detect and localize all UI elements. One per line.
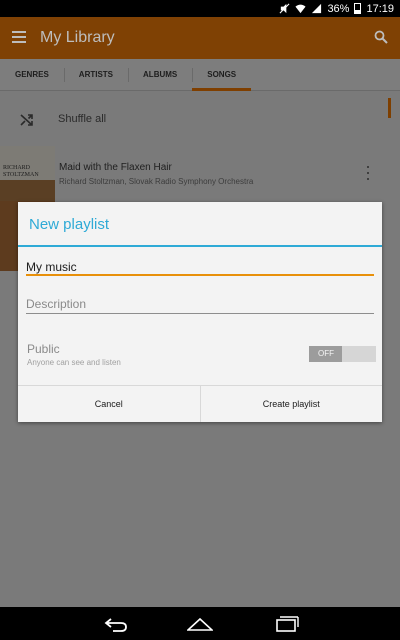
more-options-icon[interactable] [366, 166, 370, 180]
public-toggle[interactable]: OFF [309, 346, 376, 362]
tab-songs[interactable]: SONGS [192, 59, 252, 91]
song-row[interactable]: RICHARD STOLTZMAN Maid with the Flaxen H… [0, 146, 400, 201]
dialog-title-divider [18, 245, 382, 247]
status-bar: 36% 17:19 [0, 0, 400, 17]
public-sublabel: Anyone can see and listen [27, 358, 121, 367]
public-label: Public [27, 342, 60, 356]
app-bar: My Library [0, 17, 400, 59]
recents-icon[interactable] [273, 615, 299, 633]
mute-icon [279, 3, 290, 14]
tab-artists[interactable]: ARTISTS [63, 59, 128, 91]
cancel-button[interactable]: Cancel [18, 386, 200, 422]
shuffle-all-label: Shuffle all [58, 113, 107, 125]
battery-icon [354, 3, 362, 14]
public-toggle-state: OFF [309, 346, 342, 362]
app-title: My Library [40, 29, 115, 46]
playlist-name-field [26, 258, 374, 278]
system-nav-bar [0, 607, 400, 640]
battery-percent: 36% [327, 2, 350, 15]
tab-genres[interactable]: GENRES [0, 59, 64, 91]
scroll-indicator[interactable] [388, 98, 391, 118]
shuffle-all-row[interactable]: Shuffle all [0, 101, 380, 139]
wifi-icon [295, 4, 306, 14]
playlist-description-field [26, 295, 374, 315]
song-title: Maid with the Flaxen Hair [59, 162, 172, 173]
create-playlist-button[interactable]: Create playlist [199, 386, 383, 422]
new-playlist-dialog: New playlist Public Anyone can see and l… [18, 202, 382, 422]
dialog-actions: Cancel Create playlist [18, 385, 382, 422]
playlist-name-input[interactable] [26, 260, 374, 278]
hamburger-menu-icon[interactable] [12, 31, 26, 43]
album-art: RICHARD STOLTZMAN [0, 146, 55, 201]
dialog-title: New playlist [29, 216, 110, 233]
library-tabs: GENRES ARTISTS ALBUMS SONGS [0, 59, 400, 91]
album-art-text: RICHARD STOLTZMAN [3, 165, 39, 178]
clock: 17:19 [366, 2, 394, 15]
playlist-description-input[interactable] [26, 297, 374, 315]
song-artist: Richard Stoltzman, Slovak Radio Symphony… [59, 177, 254, 186]
back-icon[interactable] [103, 615, 129, 633]
search-icon[interactable] [374, 30, 388, 44]
home-icon[interactable] [187, 615, 213, 633]
tab-albums[interactable]: ALBUMS [128, 59, 192, 91]
shuffle-icon [20, 114, 33, 126]
cell-signal-icon [312, 3, 322, 14]
